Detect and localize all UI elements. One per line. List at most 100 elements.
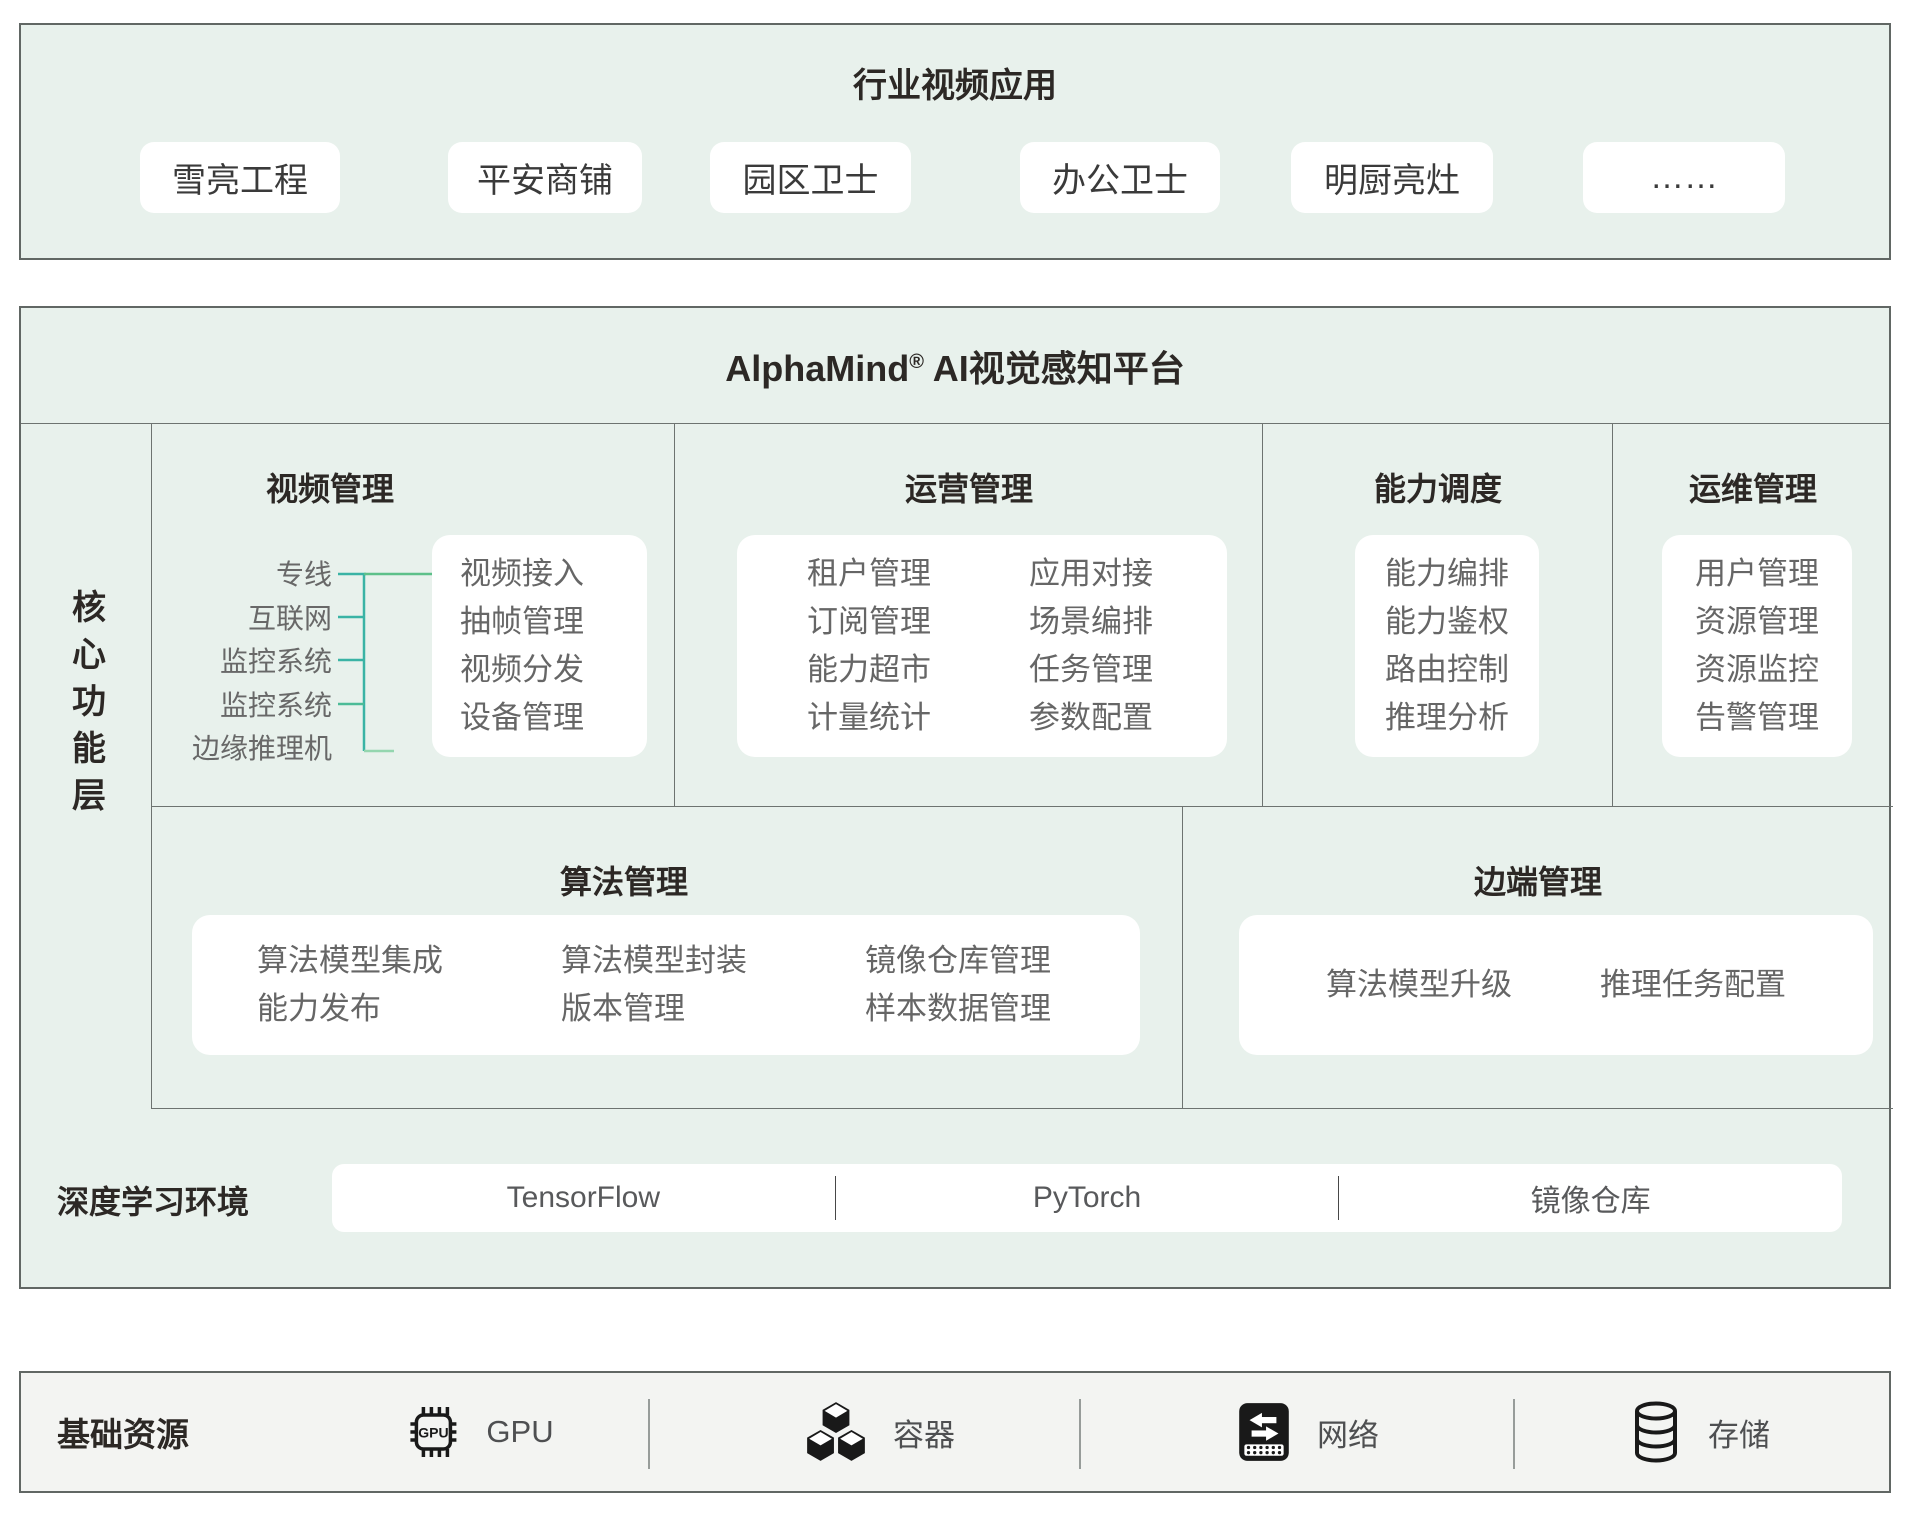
algo-item: 算法模型封装 [561,942,747,980]
infra-divider [648,1399,650,1469]
base-resources-panel: 基础资源 GPU GPU [19,1371,1891,1493]
capability-scheduling-box: 能力编排 能力鉴权 路由控制 推理分析 [1355,535,1539,757]
app-chip-label: 园区卫士 [743,153,879,202]
algo-col-3: 镜像仓库管理 样本数据管理 [865,915,1051,1055]
infra-divider [1513,1399,1515,1469]
om-item: 告警管理 [1695,699,1819,737]
platform-panel: AlphaMind® AI视觉感知平台 核心功能层 视频管理 专线 互联网 监控… [19,306,1891,1289]
video-source: 监控系统 [172,684,332,727]
ops-item: 计量统计 [807,699,931,737]
section-capability-scheduling: 能力调度 能力编排 能力鉴权 路由控制 推理分析 [1263,424,1613,806]
ops-item: 租户管理 [807,555,931,593]
algorithm-management-title: 算法管理 [474,862,774,902]
om-management-box: 用户管理 资源管理 资源监控 告警管理 [1662,535,1852,757]
app-chip-label: 平安商铺 [477,153,613,202]
om-item: 资源监控 [1695,651,1819,689]
video-source: 互联网 [172,597,332,640]
edge-management-box: 算法模型升级 推理任务配置 [1239,915,1873,1055]
platform-brand: AlphaMind [725,348,909,389]
video-sources: 专线 互联网 监控系统 监控系统 边缘推理机 [172,553,332,770]
video-source: 边缘推理机 [172,727,332,770]
registered-mark: ® [909,351,924,373]
core-function-layer-label: 核心功能层 [62,589,111,824]
algo-col-1: 算法模型集成 能力发布 [257,915,443,1055]
app-chip-bangong: 办公卫士 [1020,142,1220,213]
app-chip-ellipsis: …… [1583,142,1785,213]
section-edge-management: 边端管理 算法模型升级 推理任务配置 [1183,807,1893,1108]
platform-title-band: AlphaMind® AI视觉感知平台 [21,308,1889,424]
sched-item: 推理分析 [1385,699,1509,737]
base-resources-label: 基础资源 [57,1373,189,1491]
storage-database-icon [1628,1400,1684,1464]
algo-item: 能力发布 [257,990,443,1028]
app-chip-label: …… [1650,158,1718,197]
app-chip-label: 办公卫士 [1052,153,1188,202]
dl-item-label: PyTorch [1033,1181,1141,1215]
industry-title: 行业视频应用 [21,66,1889,106]
ops-item: 应用对接 [1029,555,1153,593]
app-chip-mingchu: 明厨亮灶 [1291,142,1493,213]
video-item: 视频接入 [460,555,647,593]
video-management-box: 视频接入 抽帧管理 视频分发 设备管理 [432,535,647,757]
network-switch-icon [1235,1401,1293,1463]
operations-management-title: 运营管理 [675,469,1263,509]
infra-item-label: 网络 [1317,1410,1379,1455]
infra-network: 网络 [1235,1373,1379,1491]
operations-col-2: 应用对接 场景编排 任务管理 参数配置 [1029,535,1153,757]
dl-item-label: TensorFlow [507,1181,660,1215]
infra-item-label: 存储 [1708,1410,1770,1455]
infra-gpu: GPU GPU [404,1373,553,1491]
algo-item: 算法模型集成 [257,942,443,980]
operations-col-1: 租户管理 订阅管理 能力超市 计量统计 [807,535,931,757]
app-chip-yuanqu: 园区卫士 [710,142,911,213]
sched-item: 能力鉴权 [1385,603,1509,641]
ops-item: 场景编排 [1029,603,1153,641]
deep-learning-row: 深度学习环境 TensorFlow PyTorch 镜像仓库 [21,1109,1893,1291]
deep-learning-label: 深度学习环境 [57,1109,249,1291]
capability-scheduling-title: 能力调度 [1263,469,1613,509]
infra-item-label: 容器 [893,1410,955,1455]
algo-item: 镜像仓库管理 [865,942,1051,980]
algo-item: 版本管理 [561,990,747,1028]
deep-learning-pill: TensorFlow PyTorch 镜像仓库 [332,1164,1842,1232]
dl-item-pytorch: PyTorch [836,1164,1339,1232]
architecture-diagram: 行业视频应用 雪亮工程 平安商铺 园区卫士 办公卫士 明厨亮灶 …… Alpha… [0,0,1920,1522]
video-item: 抽帧管理 [460,603,647,641]
video-source-connector [332,562,442,762]
sched-item: 能力编排 [1385,555,1509,593]
video-item: 设备管理 [460,699,647,737]
infra-item-label: GPU [486,1414,553,1450]
video-item: 视频分发 [460,651,647,689]
edge-management-title: 边端管理 [1183,862,1893,902]
platform-title-rest: AI视觉感知平台 [924,348,1185,389]
ops-item: 订阅管理 [807,603,931,641]
algo-item: 样本数据管理 [865,990,1051,1028]
video-management-title: 视频管理 [210,469,450,509]
app-chip-label: 雪亮工程 [172,153,308,202]
ops-item: 任务管理 [1029,651,1153,689]
app-chip-label: 明厨亮灶 [1324,153,1460,202]
app-chip-pingan: 平安商铺 [448,142,642,213]
section-algorithm-management: 算法管理 算法模型集成 能力发布 算法模型封装 版本管理 镜像仓库管理 样本数据… [152,807,1183,1108]
gpu-chip-text: GPU [418,1425,448,1441]
section-operations-management: 运营管理 租户管理 订阅管理 能力超市 计量统计 应用对接 场景编排 任务管理 … [675,424,1263,806]
infra-divider [1079,1399,1081,1469]
operations-management-box: 租户管理 订阅管理 能力超市 计量统计 应用对接 场景编排 任务管理 参数配置 [737,535,1227,757]
video-source: 专线 [172,553,332,596]
gpu-chip-icon: GPU [404,1403,462,1461]
om-item: 用户管理 [1695,555,1819,593]
app-chip-xueliang: 雪亮工程 [140,142,340,213]
dl-item-label: 镜像仓库 [1531,1176,1651,1220]
ops-item: 能力超市 [807,651,931,689]
infra-storage: 存储 [1628,1373,1770,1491]
dl-item-tensorflow: TensorFlow [332,1164,835,1232]
ops-item: 参数配置 [1029,699,1153,737]
industry-apps-panel: 行业视频应用 雪亮工程 平安商铺 园区卫士 办公卫士 明厨亮灶 …… [19,23,1891,260]
edge-item: 推理任务配置 [1600,966,1786,1004]
edge-item: 算法模型升级 [1326,966,1512,1004]
core-function-layer-column: 核心功能层 [21,424,152,1109]
core-row-1: 视频管理 专线 互联网 监控系统 监控系统 边缘推理机 [152,424,1893,807]
dl-item-image-repo: 镜像仓库 [1339,1164,1842,1232]
video-source: 监控系统 [172,640,332,683]
algorithm-management-box: 算法模型集成 能力发布 算法模型封装 版本管理 镜像仓库管理 样本数据管理 [192,915,1140,1055]
